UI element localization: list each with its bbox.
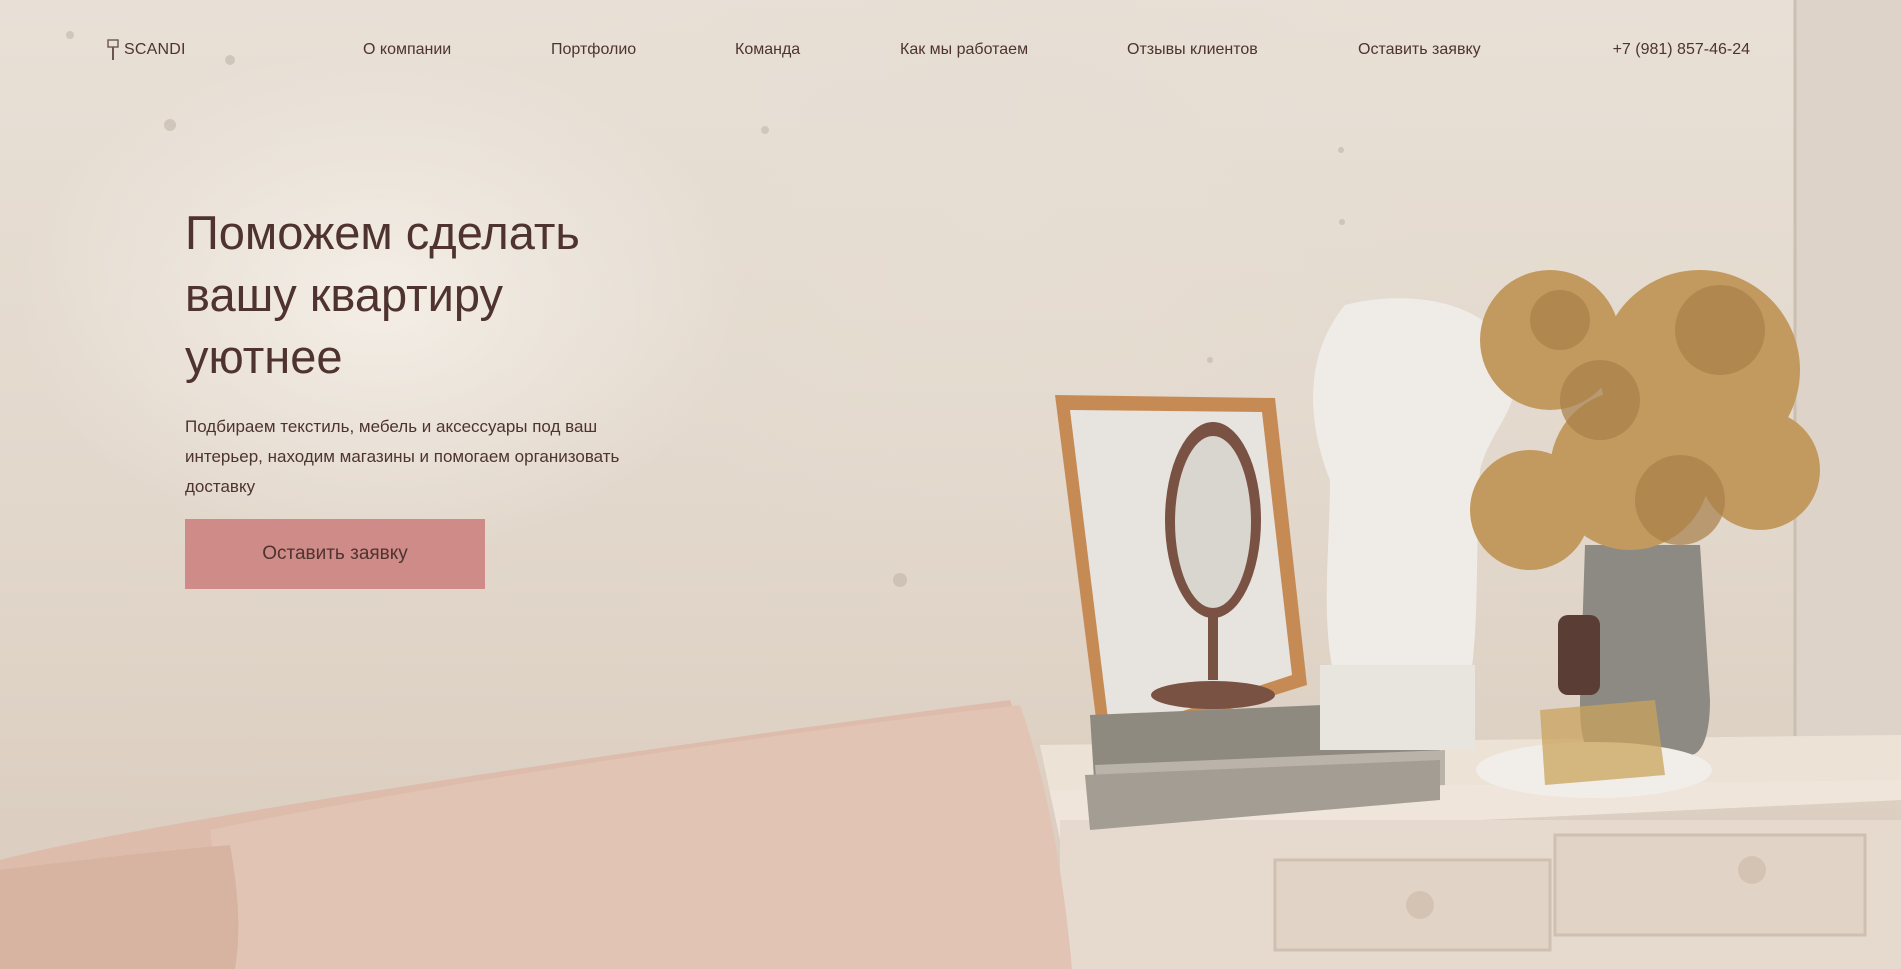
hero-title-line-3: уютнее (185, 330, 343, 383)
hero-title-line-2: вашу квартиру (185, 268, 503, 321)
nav-link-how-we-work[interactable]: Как мы работаем (900, 41, 1028, 59)
site-header: SCANDI О компании Портфолио Команда Как … (0, 0, 1901, 100)
hero-subtitle: Подбираем текстиль, мебель и аксессуары … (185, 417, 620, 496)
nav-link-about[interactable]: О компании (363, 41, 451, 59)
nav-link-portfolio[interactable]: Портфолио (551, 41, 636, 59)
nav-link-team[interactable]: Команда (735, 41, 800, 59)
phone-link[interactable]: +7 (981) 857-46-24 (1613, 41, 1750, 59)
logo[interactable]: SCANDI (106, 38, 186, 62)
nav-link-request[interactable]: Оставить заявку (1358, 41, 1481, 59)
hero-title: Поможем сделать вашу квартиру уютнее (185, 202, 705, 388)
hero-title-line-1: Поможем сделать (185, 206, 580, 259)
request-button[interactable]: Оставить заявку (185, 519, 485, 589)
logo-text: SCANDI (124, 41, 186, 58)
nav-link-reviews[interactable]: Отзывы клиентов (1127, 41, 1258, 59)
brush-logo-icon (106, 39, 120, 61)
